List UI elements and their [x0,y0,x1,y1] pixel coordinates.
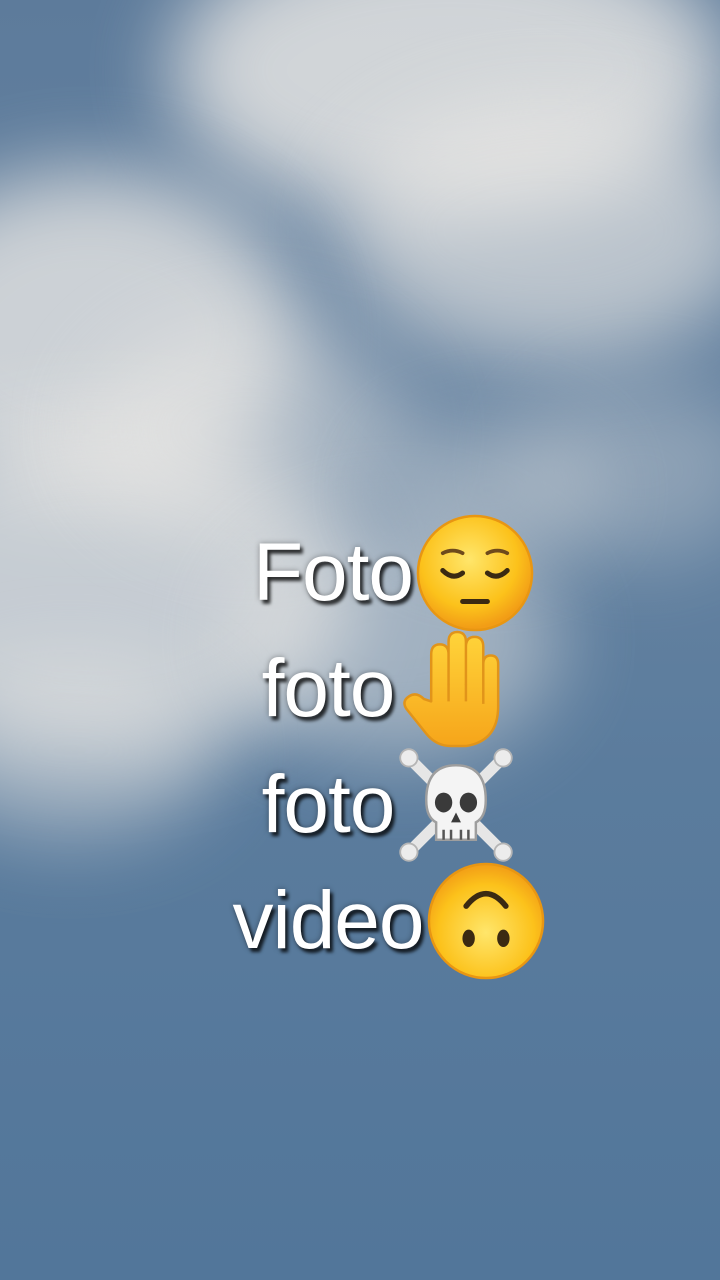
caption-word: foto [261,759,396,850]
caption-word: foto [261,643,396,734]
caption-line: video [232,862,547,980]
caption-line: Foto [252,514,537,632]
pensive-face-icon [416,514,534,632]
caption-word: Foto [252,527,414,618]
caption-word: video [232,875,424,966]
raised-hand-icon [403,630,500,748]
skull-and-crossbones-icon [399,748,514,862]
caption-line: foto [262,747,519,863]
cloud [90,320,410,540]
upside-down-face-icon [427,862,544,980]
caption-line: foto [261,630,519,748]
caption-overlay: Foto foto foto video [0,514,720,980]
